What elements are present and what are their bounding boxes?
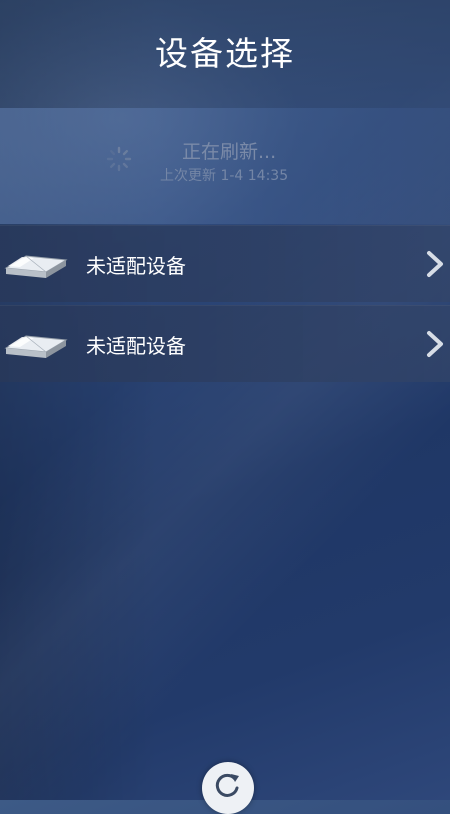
chevron-right-icon [427, 251, 443, 277]
last-updated-text: 上次更新 1-4 14:35 [160, 168, 289, 184]
device-label: 未适配设备 [86, 254, 186, 278]
device-list-item[interactable]: 未适配设备 [0, 305, 450, 382]
device-list-item[interactable]: 未适配设备 [0, 225, 450, 302]
page-title: 设备选择 [155, 34, 295, 73]
header-bar: 设备选择 [0, 0, 450, 108]
chevron-right-icon [427, 331, 443, 357]
loading-spinner-icon [106, 146, 132, 172]
device-label: 未适配设备 [86, 334, 186, 358]
refresh-button[interactable] [202, 762, 254, 814]
bed-device-icon [4, 335, 68, 358]
bed-device-icon [4, 255, 68, 278]
refresh-icon [215, 773, 239, 797]
refresh-status-text: 正在刷新... [182, 141, 277, 163]
